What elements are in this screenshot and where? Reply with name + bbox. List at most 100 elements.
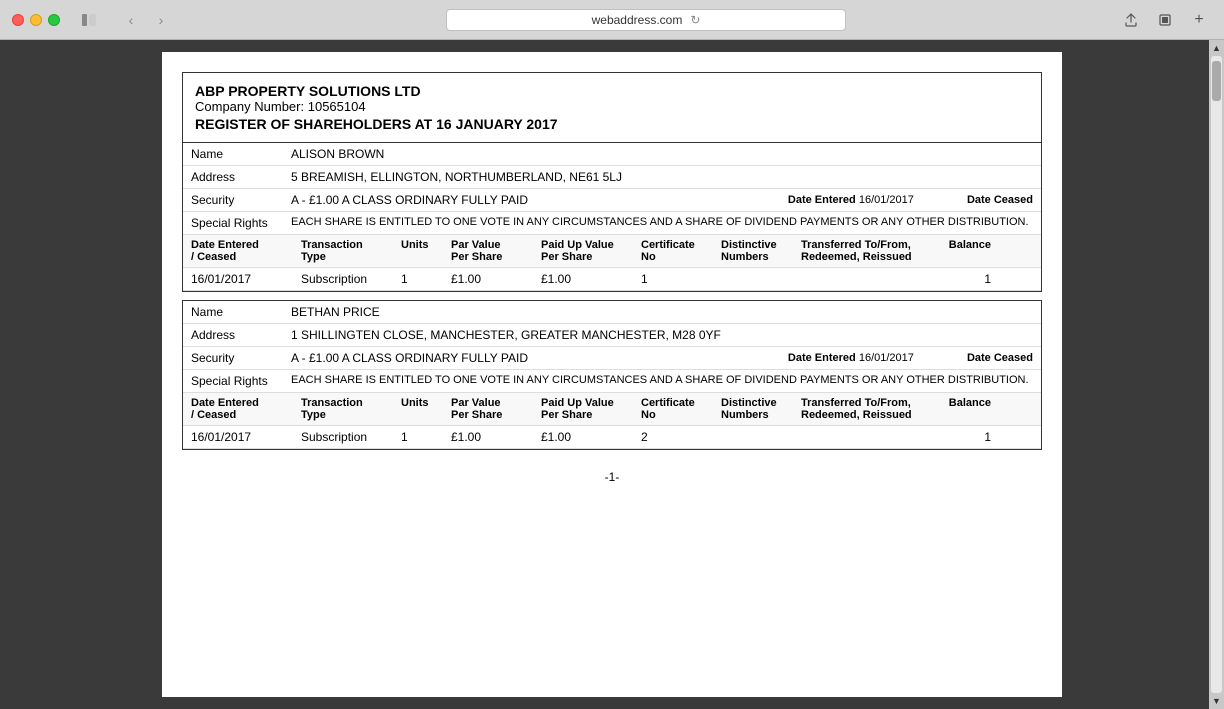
col-header-balance-1: Balance <box>931 239 991 263</box>
address-label-1: Address <box>191 170 291 184</box>
maximize-button[interactable] <box>48 14 60 26</box>
security-value-1: A - £1.00 A CLASS ORDINARY FULLY PAID <box>291 193 788 207</box>
col-header-trans-2: TransactionType <box>301 397 401 421</box>
address-row-2: Address 1 SHILLINGTEN CLOSE, MANCHESTER,… <box>183 324 1041 347</box>
security-row-1: Security A - £1.00 A CLASS ORDINARY FULL… <box>183 189 1041 212</box>
special-rights-text-2: EACH SHARE IS ENTITLED TO ONE VOTE IN AN… <box>291 374 1033 386</box>
scroll-thumb[interactable] <box>1212 61 1221 101</box>
document-page: ABP PROPERTY SOLUTIONS LTD Company Numbe… <box>162 52 1062 697</box>
scroll-up-arrow[interactable]: ▲ <box>1211 42 1222 54</box>
cell-balance-2-1: 1 <box>931 430 991 444</box>
name-label-2: Name <box>191 305 291 319</box>
close-button[interactable] <box>12 14 24 26</box>
page-number: -1- <box>182 470 1042 484</box>
security-value-2: A - £1.00 A CLASS ORDINARY FULLY PAID <box>291 351 788 365</box>
back-button[interactable]: ‹ <box>118 11 144 29</box>
company-number-value: 10565104 <box>308 99 366 114</box>
company-number-label: Company Number: <box>195 99 304 114</box>
address-value-2: 1 SHILLINGTEN CLOSE, MANCHESTER, GREATER… <box>291 328 1033 342</box>
col-header-distinct-2: DistinctiveNumbers <box>721 397 801 421</box>
address-row-1: Address 5 BREAMISH, ELLINGTON, NORTHUMBE… <box>183 166 1041 189</box>
name-value-2: BETHAN PRICE <box>291 305 1033 319</box>
table-header-1: Date Entered/ Ceased TransactionType Uni… <box>183 235 1041 268</box>
col-header-units-2: Units <box>401 397 451 421</box>
table-header-2: Date Entered/ Ceased TransactionType Uni… <box>183 393 1041 426</box>
date-entered-label-2: Date Entered <box>788 352 856 364</box>
data-row-2-1: 16/01/2017 Subscription 1 £1.00 £1.00 2 … <box>183 426 1041 449</box>
sidebar-toggle-button[interactable] <box>76 11 102 29</box>
date-entered-value-2: 16/01/2017 <box>859 352 914 364</box>
col-header-date-1: Date Entered/ Ceased <box>191 239 301 263</box>
special-rights-text-1: EACH SHARE IS ENTITLED TO ONE VOTE IN AN… <box>291 216 1033 228</box>
col-header-cert-2: CertificateNo <box>641 397 721 421</box>
forward-button[interactable]: › <box>148 11 174 29</box>
col-header-units-1: Units <box>401 239 451 263</box>
data-row-1-1: 16/01/2017 Subscription 1 £1.00 £1.00 1 … <box>183 268 1041 291</box>
cell-distinct-2-1 <box>721 430 801 444</box>
col-header-balance-2: Balance <box>931 397 991 421</box>
date-entered-group-2: Date Entered 16/01/2017 Date Ceased <box>788 352 1033 364</box>
special-rights-label-2: Special Rights <box>191 374 291 388</box>
minimize-button[interactable] <box>30 14 42 26</box>
col-header-parval-2: Par ValuePer Share <box>451 397 541 421</box>
url-text: webaddress.com <box>592 13 683 27</box>
date-ceased-label-2: Date Ceased <box>967 352 1033 364</box>
company-name: ABP PROPERTY SOLUTIONS LTD <box>195 83 1029 99</box>
col-header-transferred-2: Transferred To/From,Redeemed, Reissued <box>801 397 931 421</box>
scroll-down-arrow[interactable]: ▼ <box>1211 695 1222 707</box>
date-entered-group-1: Date Entered 16/01/2017 Date Ceased <box>788 194 1033 206</box>
col-header-transferred-1: Transferred To/From,Redeemed, Reissued <box>801 239 931 263</box>
cell-paidval-2-1: £1.00 <box>541 430 641 444</box>
special-rights-label-1: Special Rights <box>191 216 291 230</box>
name-value-1: ALISON BROWN <box>291 147 1033 161</box>
share-button[interactable] <box>1118 11 1144 29</box>
name-row-2: Name BETHAN PRICE <box>183 301 1041 324</box>
scrollbar[interactable]: ▲ ▼ <box>1209 40 1224 709</box>
address-value-1: 5 BREAMISH, ELLINGTON, NORTHUMBERLAND, N… <box>291 170 1033 184</box>
security-label-2: Security <box>191 351 291 365</box>
date-ceased-label-1: Date Ceased <box>967 194 1033 206</box>
date-entered-label-1: Date Entered <box>788 194 856 206</box>
cell-units-1-1: 1 <box>401 272 451 286</box>
address-label-2: Address <box>191 328 291 342</box>
page-area: ABP PROPERTY SOLUTIONS LTD Company Numbe… <box>0 40 1224 709</box>
col-header-paidval-1: Paid Up ValuePer Share <box>541 239 641 263</box>
cell-parval-2-1: £1.00 <box>451 430 541 444</box>
cell-balance-1-1: 1 <box>931 272 991 286</box>
shareholder-section-1: Name ALISON BROWN Address 5 BREAMISH, EL… <box>182 143 1042 292</box>
browser-chrome: ‹ › webaddress.com ↻ + <box>0 0 1224 40</box>
cell-units-2-1: 1 <box>401 430 451 444</box>
col-header-trans-1: TransactionType <box>301 239 401 263</box>
shareholder-section-2: Name BETHAN PRICE Address 1 SHILLINGTEN … <box>182 300 1042 450</box>
cell-date-1-1: 16/01/2017 <box>191 272 301 286</box>
cell-trans-1-1: Subscription <box>301 272 401 286</box>
new-tab-button[interactable] <box>1152 11 1178 29</box>
name-label-1: Name <box>191 147 291 161</box>
browser-actions: + <box>1118 11 1212 29</box>
special-rights-row-1: Special Rights EACH SHARE IS ENTITLED TO… <box>183 212 1041 235</box>
traffic-lights <box>12 14 60 26</box>
cell-trans-2-1: Subscription <box>301 430 401 444</box>
cell-cert-1-1: 1 <box>641 272 721 286</box>
reload-icon[interactable]: ↻ <box>690 13 700 27</box>
special-rights-row-2: Special Rights EACH SHARE IS ENTITLED TO… <box>183 370 1041 393</box>
cell-cert-2-1: 2 <box>641 430 721 444</box>
col-header-cert-1: CertificateNo <box>641 239 721 263</box>
col-header-distinct-1: DistinctiveNumbers <box>721 239 801 263</box>
add-tab-button[interactable]: + <box>1186 11 1212 29</box>
col-header-paidval-2: Paid Up ValuePer Share <box>541 397 641 421</box>
address-bar-container: webaddress.com ↻ <box>182 9 1110 31</box>
address-bar[interactable]: webaddress.com ↻ <box>446 9 846 31</box>
date-entered-value-1: 16/01/2017 <box>859 194 914 206</box>
cell-parval-1-1: £1.00 <box>451 272 541 286</box>
cell-paidval-1-1: £1.00 <box>541 272 641 286</box>
cell-transferred-1-1 <box>801 272 931 286</box>
nav-buttons: ‹ › <box>118 11 174 29</box>
security-row-2: Security A - £1.00 A CLASS ORDINARY FULL… <box>183 347 1041 370</box>
cell-distinct-1-1 <box>721 272 801 286</box>
scroll-track[interactable] <box>1211 56 1222 693</box>
document-header: ABP PROPERTY SOLUTIONS LTD Company Numbe… <box>182 72 1042 143</box>
name-row-1: Name ALISON BROWN <box>183 143 1041 166</box>
cell-transferred-2-1 <box>801 430 931 444</box>
company-number: Company Number: 10565104 <box>195 99 1029 114</box>
